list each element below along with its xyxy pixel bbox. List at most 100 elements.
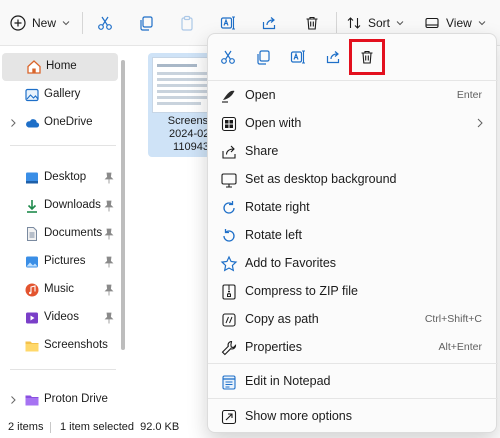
sidebar-item-proton-drive[interactable]: Proton Drive bbox=[0, 386, 118, 414]
share-icon bbox=[261, 15, 277, 31]
sidebar-item-downloads[interactable]: Downloads bbox=[0, 192, 118, 220]
home-icon bbox=[26, 59, 42, 75]
sidebar-scrollbar[interactable] bbox=[121, 60, 125, 350]
sidebar-item-label: Videos bbox=[44, 311, 79, 323]
desktop-icon bbox=[24, 170, 40, 186]
quick-actions-bar bbox=[208, 34, 498, 80]
cut-button[interactable] bbox=[90, 8, 120, 38]
cut-action[interactable] bbox=[214, 43, 242, 71]
menu-item-compress-zip[interactable]: Compress to ZIP file bbox=[212, 277, 494, 305]
rename-icon bbox=[220, 15, 236, 31]
sidebar-item-label: Proton Drive bbox=[44, 393, 108, 405]
sidebar-divider bbox=[10, 145, 116, 146]
menu-item-label: Edit in Notepad bbox=[245, 374, 331, 388]
toolbar-divider bbox=[82, 12, 83, 34]
share-action[interactable] bbox=[319, 43, 347, 71]
menu-item-label: Properties bbox=[245, 340, 302, 354]
sidebar-item-documents[interactable]: Documents bbox=[0, 220, 118, 248]
copy-action[interactable] bbox=[249, 43, 277, 71]
scissors-icon bbox=[97, 15, 113, 31]
chevron-down-icon bbox=[62, 19, 70, 27]
sidebar-item-pictures[interactable]: Pictures bbox=[0, 248, 118, 276]
copy-icon bbox=[138, 15, 154, 31]
sidebar-item-label: Screenshots bbox=[44, 339, 108, 351]
sidebar-divider bbox=[10, 369, 116, 370]
menu-item-rotate-left[interactable]: Rotate left bbox=[212, 221, 494, 249]
sidebar-item-gallery[interactable]: Gallery bbox=[0, 81, 118, 109]
copy-path-icon bbox=[220, 311, 238, 329]
sidebar-item-music[interactable]: Music bbox=[0, 276, 118, 304]
more-options-icon bbox=[220, 408, 238, 426]
new-label: New bbox=[32, 16, 57, 30]
cloud-icon bbox=[24, 115, 40, 131]
delete-highlight-box bbox=[349, 39, 385, 75]
paste-button[interactable] bbox=[172, 8, 202, 38]
sidebar-item-videos[interactable]: Videos bbox=[0, 304, 118, 332]
sidebar-item-label: Documents bbox=[44, 227, 103, 239]
gallery-icon bbox=[24, 87, 40, 103]
menu-item-label: Add to Favorites bbox=[245, 256, 337, 270]
pin-icon[interactable] bbox=[104, 200, 114, 212]
desktop-background-icon bbox=[220, 171, 238, 189]
sidebar-item-label: Pictures bbox=[44, 255, 86, 267]
sidebar-item-desktop[interactable]: Desktop bbox=[0, 164, 118, 192]
open-with-icon bbox=[220, 115, 238, 133]
share-icon bbox=[325, 49, 341, 65]
copy-button[interactable] bbox=[131, 8, 161, 38]
sidebar-item-onedrive[interactable]: OneDrive bbox=[0, 109, 118, 137]
rename-action[interactable] bbox=[284, 43, 312, 71]
view-label: View bbox=[446, 16, 472, 30]
documents-icon bbox=[24, 226, 40, 242]
view-icon bbox=[424, 15, 440, 31]
navigation-pane: Home Gallery OneDrive Desktop Downloads bbox=[0, 47, 120, 416]
music-icon bbox=[24, 282, 40, 298]
sort-icon bbox=[346, 15, 362, 31]
menu-item-shortcut: Enter bbox=[456, 89, 482, 101]
menu-item-shortcut: Alt+Enter bbox=[438, 341, 482, 353]
menu-item-label: Set as desktop background bbox=[245, 172, 397, 186]
item-count: 2 items bbox=[8, 421, 44, 433]
cut-icon bbox=[220, 49, 236, 65]
pin-icon[interactable] bbox=[104, 172, 114, 184]
pin-icon[interactable] bbox=[104, 284, 114, 296]
pictures-icon bbox=[24, 254, 40, 270]
menu-item-share[interactable]: Share bbox=[212, 137, 494, 165]
toolbar-divider bbox=[336, 12, 337, 34]
sidebar-item-label: Home bbox=[46, 60, 77, 72]
new-plus-icon bbox=[10, 15, 26, 31]
sort-label: Sort bbox=[368, 16, 391, 30]
chevron-down-icon bbox=[478, 19, 486, 27]
selection-info: 1 item selected 92.0 KB bbox=[60, 421, 180, 433]
sidebar-item-label: Music bbox=[44, 283, 75, 295]
delete-icon bbox=[304, 15, 320, 31]
menu-item-edit-in-notepad[interactable]: Edit in Notepad bbox=[212, 367, 494, 395]
pin-icon[interactable] bbox=[104, 312, 114, 324]
menu-item-label: Rotate left bbox=[245, 228, 302, 242]
menu-item-add-to-favorites[interactable]: Add to Favorites bbox=[212, 249, 494, 277]
sidebar-item-label: Desktop bbox=[44, 171, 87, 183]
sidebar-item-screenshots[interactable]: Screenshots bbox=[0, 332, 118, 360]
rotate-left-icon bbox=[220, 227, 238, 245]
menu-item-label: Share bbox=[245, 144, 279, 158]
folder-icon bbox=[24, 338, 40, 354]
chevron-right-icon[interactable] bbox=[8, 395, 18, 405]
pin-icon[interactable] bbox=[104, 228, 114, 240]
videos-icon bbox=[24, 310, 40, 326]
menu-item-rotate-right[interactable]: Rotate right bbox=[212, 193, 494, 221]
chevron-right-icon[interactable] bbox=[8, 118, 18, 128]
menu-item-open-with[interactable]: Open with bbox=[212, 109, 494, 137]
menu-item-properties[interactable]: Properties Alt+Enter bbox=[212, 333, 494, 361]
menu-item-show-more-options[interactable]: Show more options bbox=[212, 402, 494, 430]
menu-item-label: Show more options bbox=[245, 409, 353, 423]
menu-item-copy-as-path[interactable]: Copy as path Ctrl+Shift+C bbox=[212, 305, 494, 333]
pin-icon[interactable] bbox=[104, 256, 114, 268]
paste-icon bbox=[179, 15, 195, 31]
new-button[interactable]: New bbox=[10, 8, 74, 38]
sidebar-item-label: Gallery bbox=[44, 88, 81, 100]
menu-divider bbox=[208, 398, 498, 399]
menu-item-set-desktop-background[interactable]: Set as desktop background bbox=[212, 165, 494, 193]
menu-divider bbox=[208, 363, 498, 364]
menu-item-open[interactable]: Open Enter bbox=[212, 81, 494, 109]
open-app-icon bbox=[220, 87, 238, 105]
sidebar-item-home[interactable]: Home bbox=[2, 53, 118, 81]
